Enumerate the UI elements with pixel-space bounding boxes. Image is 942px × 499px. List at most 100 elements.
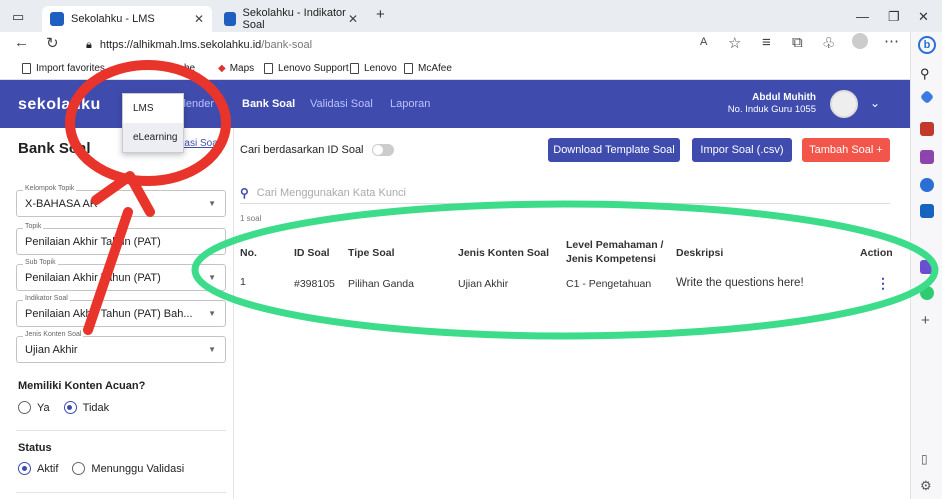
field-value: Penilaian Akhir Tahun (PAT) <box>25 236 161 248</box>
chevron-down-icon[interactable]: ⌄ <box>870 96 880 110</box>
browser-tab-bar: ▭ Sekolahku - LMS ✕ Sekolahku - Indikato… <box>0 0 942 32</box>
favorites-bar: Import favorites be ◆ Maps Lenovo Support… <box>0 58 942 80</box>
nav-bank-soal[interactable]: Bank Soal <box>242 98 295 110</box>
more-icon[interactable]: ⋯ <box>884 32 899 50</box>
favorite-lenovo-support[interactable]: Lenovo Support <box>264 63 349 74</box>
bing-icon[interactable]: b <box>918 36 936 54</box>
tab-indikator-soal[interactable]: Sekolahku - Indikator Soal ✕ <box>216 6 366 32</box>
field-label: Indikator Soal <box>23 295 70 302</box>
search-icon[interactable]: ⚲ <box>920 66 930 82</box>
cell-jenis-konten: Ujian Akhir <box>458 278 509 290</box>
sekolahku-logo[interactable]: sekolahku <box>18 96 101 114</box>
field-label: Kelompok Topik <box>23 185 77 192</box>
header-level: Level Pemahaman / Jenis Kompetensi <box>566 239 664 265</box>
radio-label: Ya <box>37 401 50 414</box>
cell-level: C1 - Pengetahuan <box>566 278 652 290</box>
close-tab-icon[interactable]: ✕ <box>348 12 358 26</box>
header-action: Action <box>860 247 893 259</box>
keyword-search[interactable]: ⚲ Cari Menggunakan Kata Kunci <box>240 182 890 204</box>
dropdown-item-lms[interactable]: LMS <box>123 94 183 123</box>
restore-icon[interactable]: ❐ <box>888 9 900 25</box>
radio-label: Tidak <box>82 401 110 414</box>
field-value: Penilaian Akhir Tahun (PAT) Bah... <box>25 308 193 320</box>
id-search-toggle[interactable] <box>371 144 394 156</box>
extensions-icon[interactable]: ♧ <box>822 34 835 52</box>
shopping-icon[interactable] <box>920 122 934 136</box>
header-deskripsi: Deskripsi <box>676 247 724 259</box>
favorite-be[interactable]: be <box>184 63 195 74</box>
sidebar-layout-icon[interactable]: ▯ <box>921 452 928 466</box>
divider <box>16 430 226 431</box>
caret-down-icon: ▼ <box>208 199 216 208</box>
field-label: Topik <box>23 223 44 230</box>
topik-select[interactable]: Topik Penilaian Akhir Tahun (PAT) <box>16 223 226 255</box>
favorite-maps[interactable]: ◆ Maps <box>218 63 254 74</box>
nav-validasi-soal[interactable]: Validasi Soal <box>310 98 373 110</box>
cell-deskripsi: Write the questions here! <box>676 277 804 289</box>
browser-side-panel: b ⚲ + ▯ ⚙ <box>910 32 942 499</box>
tab-actions-icon[interactable]: ▭ <box>12 9 24 25</box>
favorite-star-icon[interactable]: ☆ <box>728 34 741 52</box>
avatar[interactable] <box>830 90 858 118</box>
back-icon[interactable]: ← <box>14 34 29 51</box>
tools-icon[interactable] <box>920 260 934 274</box>
field-label: Sub Topik <box>23 259 58 266</box>
favorite-mcafee[interactable]: McAfee <box>404 63 452 74</box>
collections-icon[interactable]: ⧉ <box>792 34 803 51</box>
lock-icon: 🔒︎ <box>86 38 92 51</box>
radio-label: Menunggu Validasi <box>91 462 185 475</box>
profile-icon[interactable] <box>852 33 868 49</box>
radio-tidak[interactable] <box>63 401 77 414</box>
outlook-icon[interactable] <box>920 204 934 218</box>
radio-aktif[interactable] <box>18 462 31 475</box>
minimize-icon[interactable]: — <box>856 9 869 24</box>
green-ellipse-annotation <box>191 200 939 340</box>
favorites-icon[interactable]: ≡ <box>762 34 771 51</box>
result-count: 1 soal <box>240 214 262 223</box>
sekolahku-favicon-icon <box>50 12 64 26</box>
new-tab-button[interactable]: + <box>376 6 385 23</box>
url-field[interactable]: 🔒︎ https://alhikmah.lms.sekolahku.id /ba… <box>86 35 686 55</box>
page-title: Bank Soal <box>18 140 91 157</box>
page-icon <box>404 63 413 74</box>
field-value: Ujian Akhir <box>25 344 78 356</box>
search-placeholder: Cari Menggunakan Kata Kunci <box>256 186 407 199</box>
refresh-icon[interactable]: ↻ <box>46 34 59 52</box>
field-value: X-BAHASA AR <box>25 198 98 210</box>
user-name: Abdul Muhith <box>752 92 816 103</box>
kelompok-topik-select[interactable]: Kelompok Topik X-BAHASA AR ▼ <box>16 185 226 217</box>
user-id: No. Induk Guru 1055 <box>727 104 816 115</box>
close-window-icon[interactable]: ✕ <box>918 9 929 25</box>
favorite-import[interactable]: Import favorites <box>22 63 105 74</box>
close-tab-icon[interactable]: ✕ <box>194 12 204 26</box>
games-icon[interactable] <box>920 150 934 164</box>
settings-gear-icon[interactable]: ⚙ <box>920 478 932 494</box>
read-aloud-icon[interactable]: A <box>700 36 707 48</box>
sub-topik-select[interactable]: Sub Topik Penilaian Akhir Tahun (PAT) ▼ <box>16 259 226 291</box>
konten-acuan-title: Memiliki Konten Acuan? <box>18 380 146 392</box>
dropdown-item-elearning[interactable]: eLearning <box>123 123 183 152</box>
field-value: Penilaian Akhir Tahun (PAT) <box>25 272 161 284</box>
radio-ya[interactable] <box>18 401 31 414</box>
office-icon[interactable] <box>920 178 934 192</box>
radio-menunggu-validasi[interactable] <box>72 462 86 475</box>
caret-down-icon: ▼ <box>208 345 216 354</box>
import-csv-button[interactable]: Impor Soal (.csv) <box>692 138 792 162</box>
download-template-button[interactable]: Download Template Soal <box>548 138 680 162</box>
konten-acuan-radios: Ya Tidak <box>18 401 109 414</box>
drop-icon[interactable] <box>920 286 934 300</box>
add-question-button[interactable]: Tambah Soal + <box>802 138 890 162</box>
page-icon <box>264 63 273 74</box>
sekolahku-favicon-icon <box>224 12 236 26</box>
tag-icon[interactable] <box>919 89 935 105</box>
filter-panel: Bank Soal Validasi Soal Kelompok Topik X… <box>0 128 234 499</box>
tab-lms[interactable]: Sekolahku - LMS ✕ <box>42 6 212 32</box>
nav-laporan[interactable]: Laporan <box>390 98 430 110</box>
favorite-lenovo[interactable]: Lenovo <box>350 63 397 74</box>
favorite-label: be <box>184 63 196 74</box>
indikator-soal-select[interactable]: Indikator Soal Penilaian Akhir Tahun (PA… <box>16 295 226 327</box>
add-icon[interactable]: + <box>921 312 930 329</box>
row-actions-icon[interactable]: ⋮ <box>876 275 890 292</box>
maps-icon: ◆ <box>218 63 226 74</box>
jenis-konten-soal-select[interactable]: Jenis Konten Soal Ujian Akhir ▼ <box>16 331 226 363</box>
